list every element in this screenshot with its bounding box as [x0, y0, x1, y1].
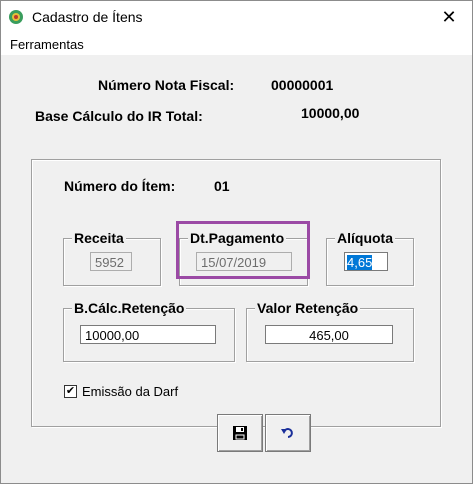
darf-checkbox[interactable]: ✔: [64, 385, 77, 398]
valor-field[interactable]: 465,00: [265, 325, 393, 344]
nota-fiscal-label: Número Nota Fiscal:: [98, 77, 235, 93]
close-button[interactable]: ✕: [426, 1, 472, 33]
title-bar: Cadastro de Ítens ✕: [1, 1, 472, 33]
base-calculo-label: Base Cálculo do IR Total:: [35, 108, 203, 124]
bcalc-field[interactable]: 10000,00: [80, 325, 216, 344]
form-content: Número Nota Fiscal: 00000001 Base Cálcul…: [1, 55, 472, 483]
aliquota-value-selected: 4,65: [347, 255, 373, 270]
save-icon: [233, 426, 247, 440]
receita-label: Receita: [72, 230, 126, 246]
base-calculo-value: 10000,00: [301, 105, 360, 121]
aliquota-label: Alíquota: [335, 230, 395, 246]
item-number-value: 01: [214, 178, 230, 194]
undo-icon: [281, 428, 293, 438]
valor-label: Valor Retenção: [255, 300, 361, 316]
item-number-label: Número do Ítem:: [64, 178, 176, 194]
menu-bar: Ferramentas: [1, 33, 472, 55]
undo-button[interactable]: [265, 414, 311, 452]
app-icon: [9, 10, 23, 24]
menu-item-ferramentas[interactable]: Ferramentas: [10, 37, 84, 52]
save-button[interactable]: [217, 414, 263, 452]
aliquota-field[interactable]: 4,65: [344, 252, 388, 271]
window: Cadastro de Ítens ✕ Ferramentas Número N…: [0, 0, 473, 484]
dt-pagamento-highlight: [176, 221, 310, 279]
window-title: Cadastro de Ítens: [32, 9, 143, 25]
receita-field[interactable]: 5952: [90, 252, 132, 271]
nota-fiscal-value: 00000001: [271, 77, 334, 93]
darf-label: Emissão da Darf: [82, 384, 179, 399]
bcalc-label: B.Cálc.Retenção: [72, 300, 187, 316]
